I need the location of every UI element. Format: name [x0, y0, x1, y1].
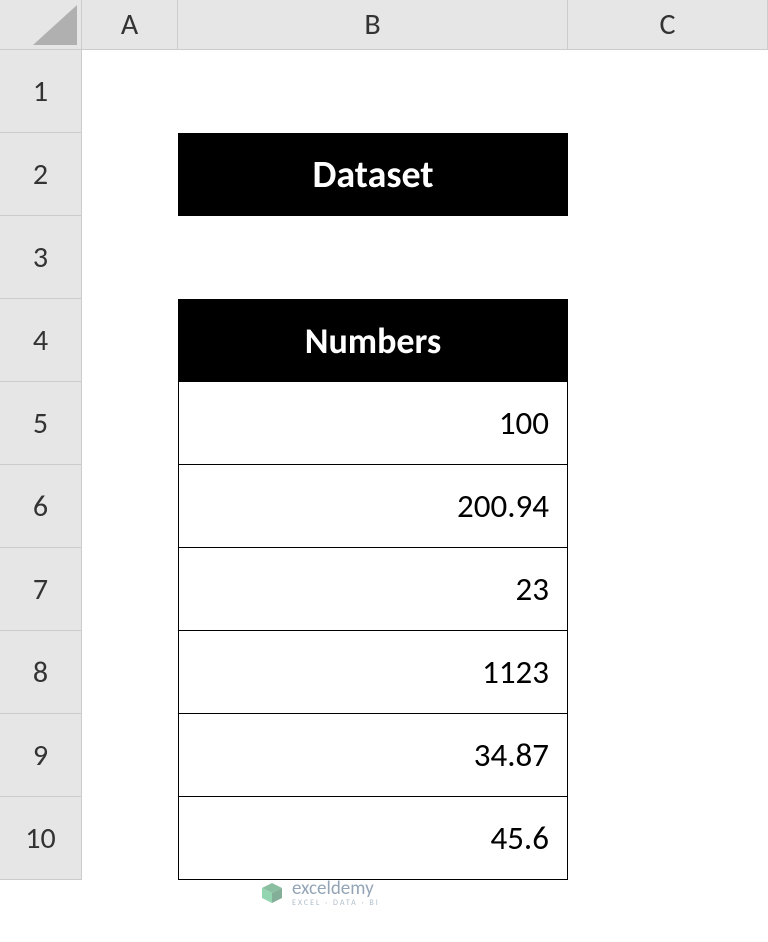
cell-C9[interactable]	[568, 714, 768, 797]
cell-B9[interactable]: 34.87	[178, 714, 568, 797]
row-header-10[interactable]: 10	[0, 797, 82, 880]
cell-A10[interactable]	[82, 797, 178, 880]
cell-A5[interactable]	[82, 382, 178, 465]
cell-A7[interactable]	[82, 548, 178, 631]
row-header-4[interactable]: 4	[0, 299, 82, 382]
watermark: exceldemy EXCEL · DATA · BI	[260, 877, 380, 908]
cell-C10[interactable]	[568, 797, 768, 880]
row-header-6[interactable]: 6	[0, 465, 82, 548]
cell-C7[interactable]	[568, 548, 768, 631]
cell-B1[interactable]	[178, 50, 568, 133]
dataset-title: Dataset	[178, 133, 568, 216]
row-header-9[interactable]: 9	[0, 714, 82, 797]
row-header-7[interactable]: 7	[0, 548, 82, 631]
cell-C6[interactable]	[568, 465, 768, 548]
watermark-name: exceldemy	[292, 877, 374, 900]
cell-B6[interactable]: 200.94	[178, 465, 568, 548]
number-value: 34.87	[178, 714, 568, 797]
row-header-8[interactable]: 8	[0, 631, 82, 714]
cell-C5[interactable]	[568, 382, 768, 465]
col-header-B[interactable]: B	[178, 0, 568, 50]
cell-B8[interactable]: 1123	[178, 631, 568, 714]
cube-icon	[260, 881, 284, 905]
cell-A6[interactable]	[82, 465, 178, 548]
number-value: 200.94	[178, 465, 568, 548]
select-all-corner[interactable]	[0, 0, 82, 50]
row-header-5[interactable]: 5	[0, 382, 82, 465]
number-value: 1123	[178, 631, 568, 714]
cell-C2[interactable]	[568, 133, 768, 216]
cell-A9[interactable]	[82, 714, 178, 797]
cell-C1[interactable]	[568, 50, 768, 133]
cell-B4[interactable]: Numbers	[178, 299, 568, 382]
cell-B7[interactable]: 23	[178, 548, 568, 631]
cell-A4[interactable]	[82, 299, 178, 382]
select-all-triangle-icon	[33, 5, 77, 45]
row-header-2[interactable]: 2	[0, 133, 82, 216]
cell-C8[interactable]	[568, 631, 768, 714]
cell-A8[interactable]	[82, 631, 178, 714]
number-value: 45.6	[178, 797, 568, 880]
cell-C3[interactable]	[568, 216, 768, 299]
row-header-3[interactable]: 3	[0, 216, 82, 299]
number-value: 23	[178, 548, 568, 631]
cell-B5[interactable]: 100	[178, 382, 568, 465]
watermark-sub: EXCEL · DATA · BI	[292, 898, 380, 908]
number-value: 100	[178, 382, 568, 465]
cell-B10[interactable]: 45.6	[178, 797, 568, 880]
cell-A2[interactable]	[82, 133, 178, 216]
cell-B2[interactable]: Dataset	[178, 133, 568, 216]
col-header-C[interactable]: C	[568, 0, 768, 50]
col-header-A[interactable]: A	[82, 0, 178, 50]
cell-A1[interactable]	[82, 50, 178, 133]
cell-B3[interactable]	[178, 216, 568, 299]
cell-A3[interactable]	[82, 216, 178, 299]
numbers-column-header: Numbers	[178, 299, 568, 382]
cell-C4[interactable]	[568, 299, 768, 382]
row-header-1[interactable]: 1	[0, 50, 82, 133]
spreadsheet-grid: A B C 1 2 3 4 5 6 7 8 9 10 Dataset Numbe…	[0, 0, 768, 880]
